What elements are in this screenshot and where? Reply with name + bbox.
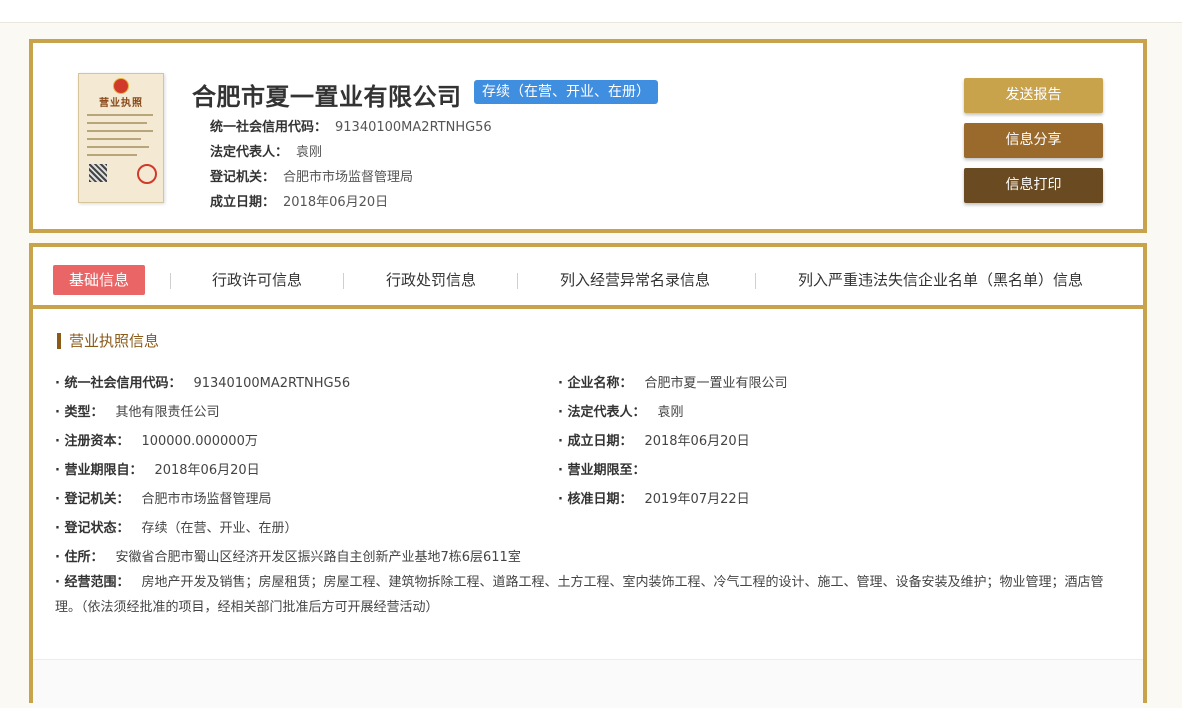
official-seal-icon (137, 164, 157, 184)
field-value: 其他有限责任公司 (115, 405, 220, 420)
field-label: · 法定代表人： (558, 405, 646, 420)
field-value: 合肥市市场监督管理局 (141, 492, 272, 507)
company-name: 合肥市夏一置业有限公司 (192, 83, 462, 111)
license-text-line (87, 114, 153, 116)
section-title: 营业执照信息 (57, 333, 159, 349)
field-label: · 类型： (55, 405, 104, 420)
header-field-credit-code: 统一社会信用代码： 91340100MA2RTNHG56 (210, 116, 492, 135)
field-value: 2018年06月20日 (283, 195, 389, 210)
field-legal-rep: · 法定代表人： 袁刚 (558, 401, 683, 420)
company-header-card: 营业执照 合肥市夏一置业有限公司 存续（在营、开业、在册） 统一社会信用代码： 9… (29, 39, 1147, 233)
field-value: 袁刚 (296, 145, 323, 160)
national-emblem-icon (113, 78, 129, 94)
header-field-established: 成立日期： 2018年06月20日 (210, 191, 388, 210)
license-text-line (87, 130, 153, 132)
tab-abnormal-operation[interactable]: 列入经营异常名录信息 (560, 265, 710, 295)
license-image-title: 营业执照 (99, 98, 143, 109)
field-label: · 登记状态： (55, 521, 130, 536)
field-address: · 住所： 安徽省合肥市蜀山区经济开发区振兴路自主创新产业基地7栋6层611室 (55, 546, 521, 565)
field-label: · 经营范围： (55, 575, 130, 590)
field-value: 合肥市夏一置业有限公司 (644, 376, 788, 391)
top-bar (0, 0, 1182, 23)
field-label: · 统一社会信用代码： (55, 376, 182, 391)
field-label: · 营业期限至： (558, 463, 646, 478)
field-approval-date: · 核准日期： 2019年07月22日 (558, 488, 750, 507)
field-value: 2019年07月22日 (644, 492, 750, 507)
field-label: · 住所： (55, 550, 104, 565)
field-label: 统一社会信用代码： (210, 120, 328, 135)
field-term-from: · 营业期限自： 2018年06月20日 (55, 459, 260, 478)
header-field-authority: 登记机关： 合肥市市场监督管理局 (210, 166, 413, 185)
field-value: 合肥市市场监督管理局 (283, 170, 414, 185)
field-label: · 成立日期： (558, 434, 633, 449)
field-registration-status: · 登记状态： 存续（在营、开业、在册） (55, 517, 297, 536)
tab-admin-penalty[interactable]: 行政处罚信息 (386, 265, 476, 295)
field-credit-code: · 统一社会信用代码： 91340100MA2RTNHG56 (55, 372, 350, 391)
tab-blacklist[interactable]: 列入严重违法失信企业名单（黑名单）信息 (798, 265, 1083, 295)
license-text-line (87, 138, 141, 140)
field-value: 安徽省合肥市蜀山区经济开发区振兴路自主创新产业基地7栋6层611室 (115, 550, 521, 565)
business-license-image[interactable]: 营业执照 (78, 73, 164, 203)
field-label: · 核准日期： (558, 492, 633, 507)
print-button[interactable]: 信息打印 (964, 168, 1103, 203)
field-label: 登记机关： (210, 170, 276, 185)
field-value: 袁刚 (657, 405, 684, 420)
field-value: 91340100MA2RTNHG56 (335, 120, 492, 135)
footer-strip (33, 659, 1143, 708)
field-label: · 注册资本： (55, 434, 130, 449)
tab-basic-info[interactable]: 基础信息 (53, 265, 146, 295)
license-text-line (87, 146, 149, 148)
share-button[interactable]: 信息分享 (964, 123, 1103, 158)
field-company-name: · 企业名称： 合肥市夏一置业有限公司 (558, 372, 787, 391)
qr-code-icon (89, 164, 107, 182)
license-text-line (87, 154, 137, 156)
field-type: · 类型： 其他有限责任公司 (55, 401, 219, 420)
license-text-line (87, 122, 147, 124)
field-established: · 成立日期： 2018年06月20日 (558, 430, 750, 449)
field-label: · 营业期限自： (55, 463, 143, 478)
field-value: 100000.000000万 (141, 434, 258, 449)
field-label: 成立日期： (210, 195, 276, 210)
tab-divider (343, 273, 344, 289)
header-field-legal-rep: 法定代表人： 袁刚 (210, 141, 322, 160)
field-business-scope: · 经营范围： 房地产开发及销售；房屋租赁；房屋工程、建筑物拆除工程、道路工程、土… (55, 570, 1115, 620)
tab-divider (517, 273, 518, 289)
field-value: 91340100MA2RTNHG56 (193, 376, 351, 391)
field-term-to: · 营业期限至： (558, 459, 657, 478)
field-registered-capital: · 注册资本： 100000.000000万 (55, 430, 258, 449)
tab-admin-license[interactable]: 行政许可信息 (212, 265, 302, 295)
field-value: 存续（在营、开业、在册） (141, 521, 298, 536)
tab-bar: 基础信息 行政许可信息 行政处罚信息 列入经营异常名录信息 列入严重违法失信企业… (33, 251, 1143, 309)
send-report-button[interactable]: 发送报告 (964, 78, 1103, 113)
status-badge: 存续（在营、开业、在册） (474, 80, 658, 104)
tab-divider (755, 273, 756, 289)
info-card: 基础信息 行政许可信息 行政处罚信息 列入经营异常名录信息 列入严重违法失信企业… (29, 243, 1147, 708)
field-label: · 企业名称： (558, 376, 633, 391)
field-label: · 登记机关： (55, 492, 130, 507)
field-label: 法定代表人： (210, 145, 289, 160)
field-value: 2018年06月20日 (154, 463, 260, 478)
field-authority: · 登记机关： 合肥市市场监督管理局 (55, 488, 271, 507)
field-value: 房地产开发及销售；房屋租赁；房屋工程、建筑物拆除工程、道路工程、土方工程、室内装… (55, 575, 1104, 615)
tab-divider (170, 273, 171, 289)
field-value: 2018年06月20日 (644, 434, 750, 449)
